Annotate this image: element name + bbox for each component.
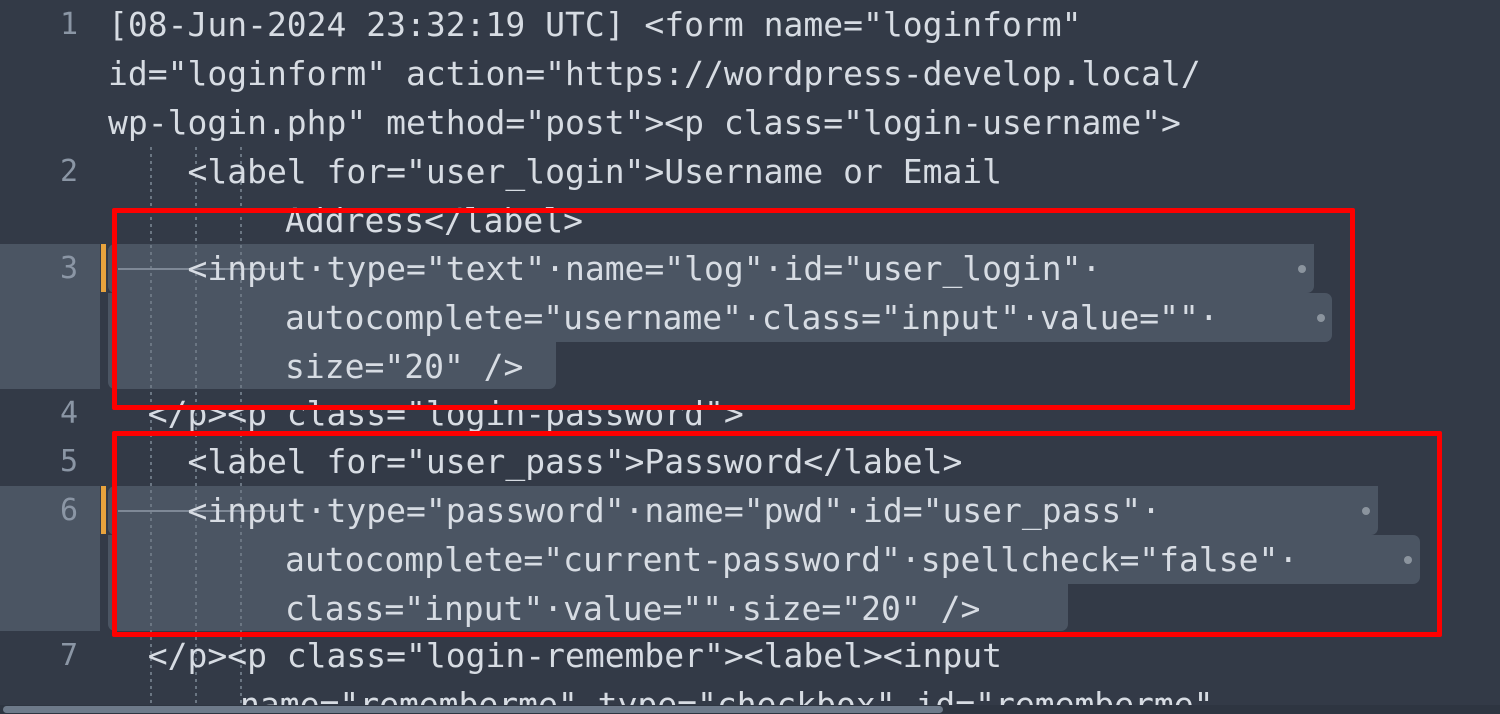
change-marker-line-3 [101, 244, 106, 292]
line-number-2: 2 [59, 154, 78, 189]
code-row-2: id="loginform" action="https://wordpress… [108, 54, 1201, 93]
horizontal-scrollbar-track[interactable] [0, 705, 1500, 714]
line-number-gutter: 1 2 3 4 5 6 7 [0, 0, 100, 714]
line-number-4: 4 [59, 396, 78, 431]
code-row-4: <label for="user_login">Username or Emai… [108, 152, 1003, 191]
code-row-3: wp-login.php" method="post"><p class="lo… [108, 103, 1181, 142]
code-editor-view[interactable]: 1 2 3 4 5 6 7 [08-Jun-2024 23:32:19 UTC]… [0, 0, 1500, 714]
change-marker-line-6 [101, 486, 106, 534]
code-row-14: </p><p class="login-remember"><label><in… [108, 636, 1003, 675]
annotation-box-password-input [112, 431, 1442, 637]
horizontal-scrollbar-thumb[interactable] [3, 706, 943, 713]
line-number-1: 1 [59, 7, 78, 42]
annotation-box-username-input [112, 208, 1355, 410]
line-number-7: 7 [59, 638, 78, 673]
line-number-5: 5 [59, 444, 78, 479]
line-number-6: 6 [59, 493, 78, 528]
code-row-1: [08-Jun-2024 23:32:19 UTC] <form name="l… [108, 5, 1082, 44]
line-number-3: 3 [59, 251, 78, 286]
